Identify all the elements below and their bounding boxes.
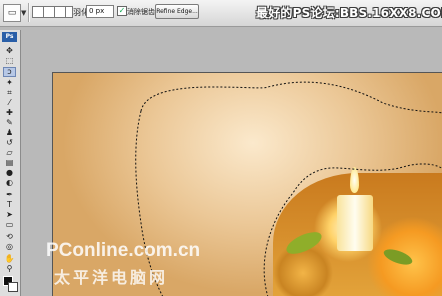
marquee-tool-preset-icon[interactable]: ▭ <box>3 4 21 22</box>
magic-wand-tool-icon[interactable]: ✦ <box>3 78 16 88</box>
pconline-watermark: PConline.com.cn <box>46 240 201 261</box>
pen-tool-icon[interactable]: ✒ <box>3 190 16 200</box>
options-bar: ▭ ▼ 羽化: 0 px ✓ 消除锯齿 Refine Edge... 最好的PS… <box>0 0 442 27</box>
eyedropper-tool-icon[interactable]: ⁄ <box>3 98 16 108</box>
dodge-tool-icon[interactable]: ◐ <box>3 178 16 188</box>
eraser-tool-icon[interactable]: ▱ <box>3 148 16 158</box>
feather-input[interactable]: 0 px <box>86 5 114 18</box>
separator <box>28 3 30 22</box>
clone-stamp-tool-icon[interactable]: ♟ <box>3 128 16 138</box>
background-color-swatch[interactable] <box>8 282 18 292</box>
lasso-selection-marquee <box>135 81 442 296</box>
chevron-down-icon[interactable]: ▼ <box>21 9 26 17</box>
antialias-label: 消除锯齿 <box>127 8 155 16</box>
3d-orbit-tool-icon[interactable]: ◎ <box>3 242 16 252</box>
3d-rotate-tool-icon[interactable]: ⟲ <box>3 232 16 242</box>
type-tool-icon[interactable]: T <box>3 200 16 210</box>
hand-tool-icon[interactable]: ✋ <box>3 254 16 264</box>
move-tool-icon[interactable]: ✥ <box>3 46 16 56</box>
path-selection-tool-icon[interactable]: ➤ <box>3 210 16 220</box>
toolbox: Ps ✥ ⬚ ↄ ✦ ⌗ ⁄ ✚ ✎ ♟ ↺ ▱ ▤ ● ◐ ✒ T ➤ ▭ ⟲… <box>0 30 21 296</box>
forum-watermark: 最好的PS论坛:BBS.16XX8.COM <box>256 6 442 20</box>
pconline-chinese-watermark: 太平洋电脑网 <box>54 268 169 287</box>
document-canvas[interactable] <box>52 72 442 296</box>
shape-tool-icon[interactable]: ▭ <box>3 220 16 230</box>
zoom-tool-icon[interactable]: ⚲ <box>3 264 16 274</box>
lasso-tool-icon[interactable]: ↄ <box>3 67 16 77</box>
marquee-tool-icon[interactable]: ⬚ <box>3 56 16 66</box>
brush-tool-icon[interactable]: ✎ <box>3 118 16 128</box>
blur-tool-icon[interactable]: ● <box>3 168 16 178</box>
gradient-tool-icon[interactable]: ▤ <box>3 158 16 168</box>
antialias-checkbox[interactable]: ✓ <box>117 6 127 16</box>
intersect-selection-mode-icon[interactable] <box>65 6 73 18</box>
photoshop-logo[interactable]: Ps <box>2 32 17 42</box>
crop-tool-icon[interactable]: ⌗ <box>3 88 16 98</box>
healing-brush-tool-icon[interactable]: ✚ <box>3 108 16 118</box>
refine-edge-button[interactable]: Refine Edge... <box>155 4 199 19</box>
history-brush-tool-icon[interactable]: ↺ <box>3 138 16 148</box>
